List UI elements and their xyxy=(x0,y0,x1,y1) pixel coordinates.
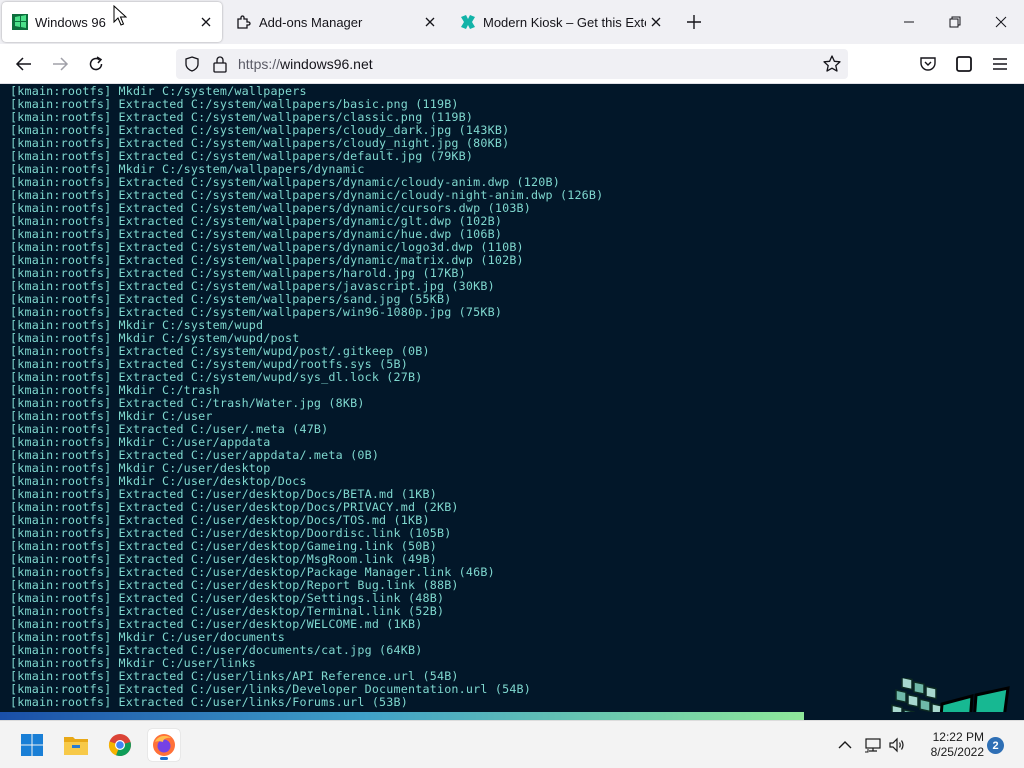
chrome-icon[interactable] xyxy=(104,729,136,761)
network-icon[interactable] xyxy=(862,733,884,757)
back-button[interactable] xyxy=(12,52,36,76)
close-tab-icon[interactable] xyxy=(646,12,666,32)
lock-icon[interactable] xyxy=(212,55,228,73)
close-tab-icon[interactable] xyxy=(196,12,216,32)
url-bar[interactable]: https://windows96.net xyxy=(176,49,848,79)
clock-date: 8/25/2022 xyxy=(930,745,984,759)
windows96-favicon xyxy=(12,14,28,30)
url-text[interactable]: https://windows96.net xyxy=(238,56,373,72)
clock-time: 12:22 PM xyxy=(932,730,984,744)
new-tab-button[interactable] xyxy=(684,12,704,32)
close-tab-icon[interactable] xyxy=(420,12,440,32)
tab-modern-kiosk[interactable]: Modern Kiosk – Get this Extension xyxy=(450,2,672,42)
boot-log-lines: [kmain:rootfs] Mkdir C:/system/wallpaper… xyxy=(10,85,603,709)
tab-title: Add-ons Manager xyxy=(259,14,363,30)
url-scheme: https:// xyxy=(238,56,281,72)
tab-windows-96[interactable]: Windows 96 xyxy=(2,2,222,42)
file-explorer-icon[interactable] xyxy=(60,729,92,761)
boot-progress-fill xyxy=(0,712,804,720)
system-clock[interactable]: 12:22 PM 8/25/2022 xyxy=(914,730,984,760)
taskbar: 12:22 PM 8/25/2022 2 xyxy=(0,720,1024,768)
log-line: [kmain:rootfs] Extracted C:/user/links/F… xyxy=(10,695,409,709)
minimize-button[interactable] xyxy=(886,0,932,44)
firefox-icon[interactable] xyxy=(148,729,180,761)
browser-tab-strip: Windows 96 Add-ons Manager Modern Kiosk … xyxy=(0,0,1024,44)
tab-title: Modern Kiosk – Get this Extension xyxy=(483,14,646,30)
bookmark-star-icon[interactable] xyxy=(822,54,842,74)
boot-log-terminal: [kmain:rootfs] Mkdir C:/system/wallpaper… xyxy=(0,84,1024,712)
pocket-icon[interactable] xyxy=(916,52,940,76)
url-host: windows96.net xyxy=(280,56,373,72)
extensions-icon[interactable] xyxy=(952,52,976,76)
mouse-cursor-icon xyxy=(113,5,127,26)
notification-badge[interactable]: 2 xyxy=(987,737,1004,754)
chevron-up-icon[interactable] xyxy=(834,733,856,757)
tab-addons-manager[interactable]: Add-ons Manager xyxy=(226,2,446,42)
navigation-toolbar: https://windows96.net xyxy=(0,44,1024,84)
reload-button[interactable] xyxy=(84,52,108,76)
restore-button[interactable] xyxy=(932,0,978,44)
boot-progress-bar xyxy=(0,712,1024,720)
volume-icon[interactable] xyxy=(886,733,908,757)
forward-button[interactable] xyxy=(48,52,72,76)
windows96-logo-icon xyxy=(891,678,1010,712)
puzzle-piece-icon xyxy=(237,15,251,29)
hamburger-menu-icon[interactable] xyxy=(988,52,1012,76)
kiosk-extension-icon xyxy=(461,15,475,29)
tracking-protection-shield-icon[interactable] xyxy=(184,56,200,72)
windows-start-icon[interactable] xyxy=(16,729,48,761)
close-window-button[interactable] xyxy=(978,0,1024,44)
